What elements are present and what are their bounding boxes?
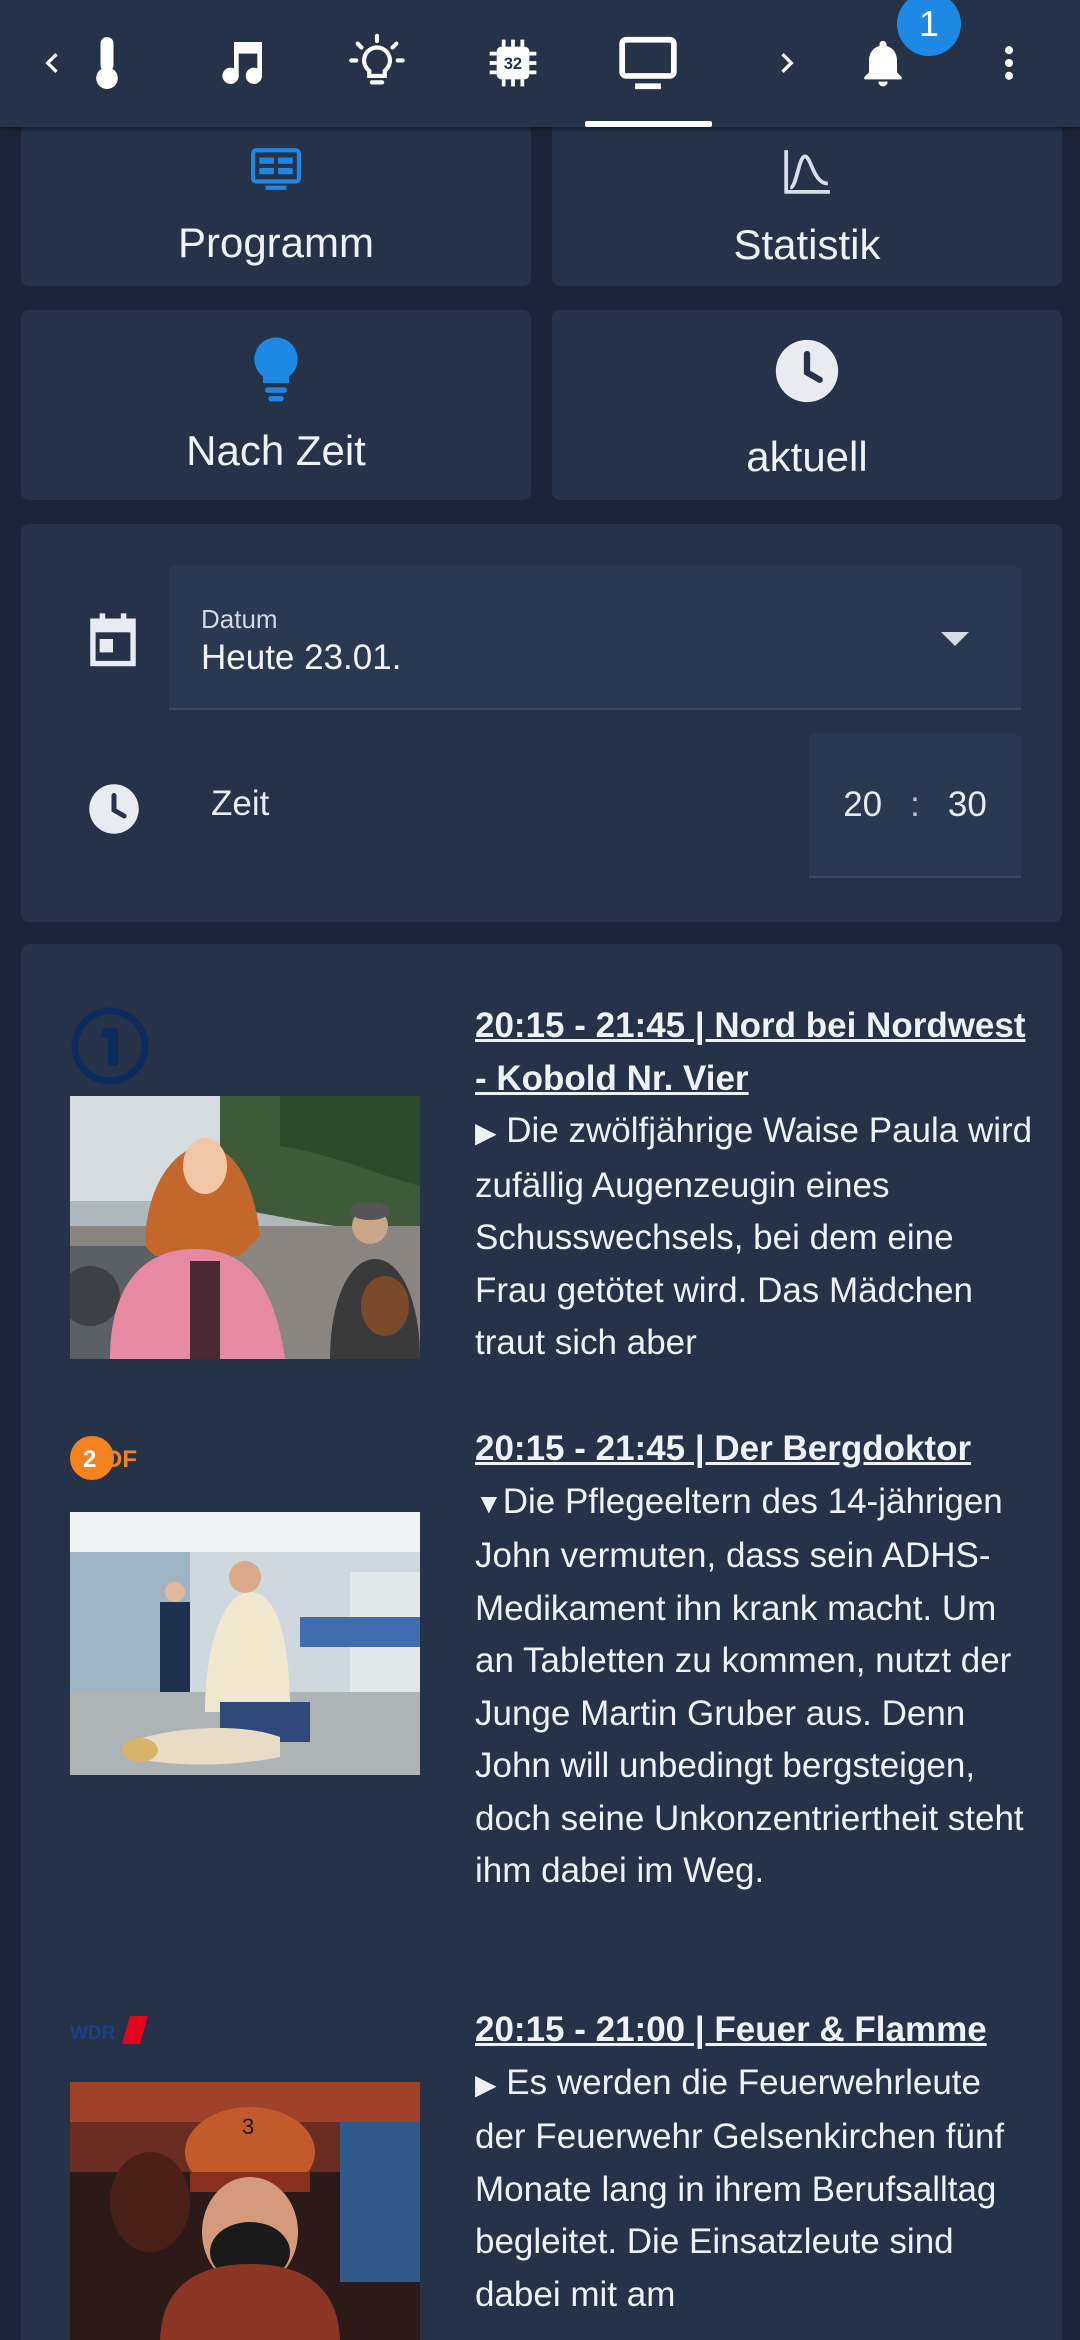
dropdown-arrow-icon: [941, 632, 969, 646]
statistik-label: Statistik: [733, 221, 881, 268]
thermometer-icon[interactable]: [62, 18, 152, 108]
time-picker: 20 : 30: [809, 734, 1021, 878]
description-text: Die Pflegeeltern des 14-jährigen John ve…: [475, 1481, 1024, 1891]
notification-badge: 1: [897, 0, 961, 56]
time-separator: :: [910, 785, 920, 824]
filter-panel: Datum Heute 23.01. Zeit 20 : 30: [21, 524, 1062, 922]
program-thumbnail: 3: [70, 2082, 420, 2340]
hour-input[interactable]: 20: [843, 785, 882, 825]
chip-number: 32: [504, 55, 522, 73]
expand-toggle-icon[interactable]: ▼: [475, 1488, 503, 1519]
top-app-bar: 32 1: [0, 0, 1080, 127]
more-vert-icon[interactable]: [964, 18, 1054, 108]
nach-zeit-button[interactable]: Nach Zeit: [21, 310, 531, 500]
expand-toggle-icon[interactable]: ▶: [475, 1117, 497, 1148]
program-details: 20:15 - 21:45 | Nord bei Nordwest - Kobo…: [475, 1000, 1035, 1370]
date-select[interactable]: Datum Heute 23.01.: [169, 566, 1021, 710]
statistik-button[interactable]: Statistik: [552, 100, 1062, 286]
tv-guide-icon: [251, 148, 301, 195]
program-description: ▶ Die zwölfjährige Waise Paula wird zufä…: [475, 1105, 1035, 1370]
programm-button[interactable]: Programm: [21, 100, 531, 286]
wdr-logo: WDR: [70, 2012, 152, 2053]
lightbulb-icon[interactable]: [332, 18, 422, 108]
tv-icon[interactable]: [603, 18, 693, 108]
active-tab-indicator: [585, 121, 712, 127]
svg-text:DF: DF: [105, 1446, 137, 1473]
svg-text:3: 3: [242, 2114, 254, 2139]
program-details: 20:15 - 21:45 | Der Bergdoktor ▼Die Pfle…: [475, 1423, 1035, 1898]
music-note-icon[interactable]: [196, 18, 286, 108]
calendar-icon: [86, 610, 140, 673]
chart-bell-curve-icon: [782, 148, 832, 199]
minute-input[interactable]: 30: [948, 785, 987, 825]
description-text: Die zwölfjährige Waise Paula wird zufäll…: [475, 1111, 1033, 1362]
nach-zeit-label: Nach Zeit: [186, 427, 366, 474]
date-value: Heute 23.01.: [201, 638, 402, 677]
zdf-logo: 2 DF: [70, 1433, 152, 1488]
program-title[interactable]: 20:15 - 21:00 | Feuer & Flamme: [475, 2004, 1035, 2057]
date-label: Datum: [201, 604, 278, 634]
program-item[interactable]: 2 DF 20:15 - 21:45 | Der Bergdoktor ▼Die …: [48, 1423, 1038, 1943]
program-details: 20:15 - 21:00 | Feuer & Flamme ▶ Es werd…: [475, 2004, 1035, 2321]
expand-toggle-icon[interactable]: ▶: [475, 2069, 497, 2100]
program-description: ▶ Es werden die Feuerwehrleute der Feuer…: [475, 2057, 1035, 2322]
program-item[interactable]: WDR 3 20:15 - 21:00 | Feuer & Flamme ▶ E…: [48, 2004, 1038, 2340]
svg-text:WDR: WDR: [70, 2023, 116, 2044]
chip-icon[interactable]: 32: [468, 18, 558, 108]
lightbulb-filled-icon: [250, 334, 302, 411]
program-title[interactable]: 20:15 - 21:45 | Nord bei Nordwest - Kobo…: [475, 1000, 1035, 1105]
chevron-right-icon[interactable]: [742, 18, 832, 108]
program-description: ▼Die Pflegeeltern des 14-jährigen John v…: [475, 1476, 1035, 1898]
ard-logo: [70, 1006, 150, 1091]
time-label: Zeit: [211, 784, 270, 823]
clock-icon: [773, 337, 841, 410]
program-thumbnail: [70, 1096, 420, 1359]
programm-label: Programm: [177, 219, 375, 266]
svg-text:2: 2: [83, 1446, 96, 1473]
aktuell-button[interactable]: aktuell: [552, 310, 1062, 500]
aktuell-label: aktuell: [746, 433, 868, 480]
clock-icon: [87, 782, 141, 841]
program-title[interactable]: 20:15 - 21:45 | Der Bergdoktor: [475, 1423, 1035, 1476]
program-thumbnail: [70, 1512, 420, 1775]
description-text: Es werden die Feuerwehrleute der Feuerwe…: [475, 2062, 1005, 2314]
program-item[interactable]: 20:15 - 21:45 | Nord bei Nordwest - Kobo…: [48, 1000, 1038, 1380]
